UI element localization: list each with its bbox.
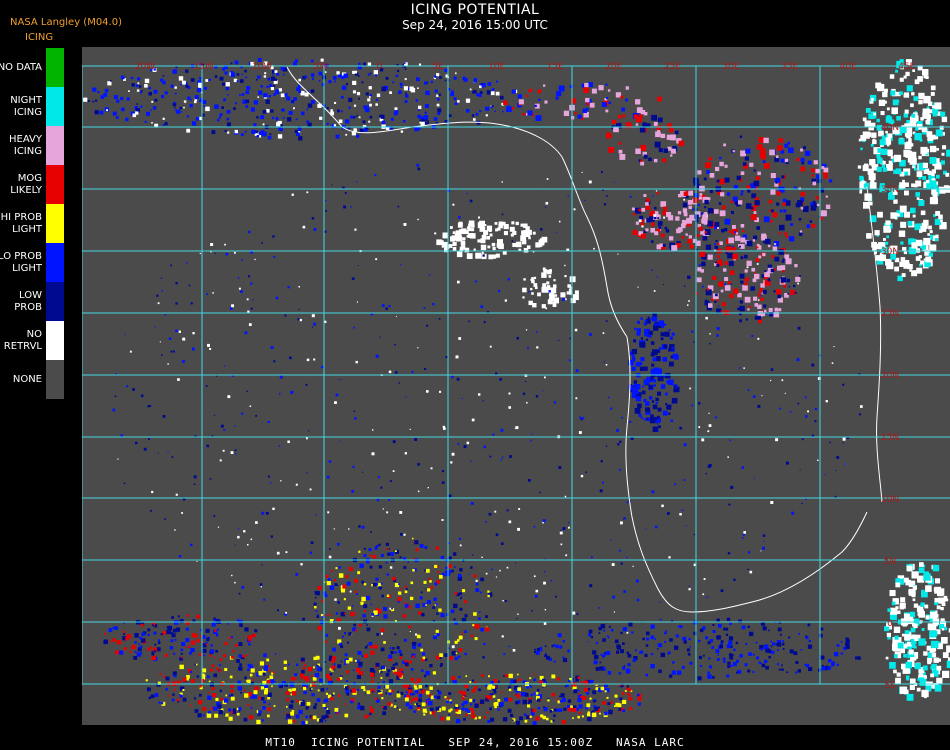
legend-swatch — [46, 282, 64, 321]
legend-swatch — [46, 321, 64, 360]
latitude-label: 5N — [884, 557, 896, 567]
legend-label: HEAVY ICING — [9, 133, 42, 157]
legend-item: LOW PROB — [0, 282, 66, 321]
longitude-label: 30E — [722, 62, 739, 72]
latitude-label: 0 — [887, 619, 893, 629]
longitude-label: 0 — [377, 62, 383, 72]
legend-label: MOG LIKELY — [10, 172, 42, 196]
latitude-label: 20N — [881, 371, 899, 381]
legend-swatch — [46, 87, 64, 126]
longitude-label: 5W — [313, 62, 328, 72]
footer-caption: MT10 ICING POTENTIAL SEP 24, 2016 15:00Z… — [265, 736, 685, 749]
legend-item: HEAVY ICING — [0, 126, 66, 165]
latitude-label: 30N — [881, 247, 899, 257]
latitude-label: 35N — [881, 185, 899, 195]
icing-legend: NO DATA NIGHT ICING HEAVY ICING MOG LIKE… — [0, 48, 66, 399]
legend-item: MOG LIKELY — [0, 165, 66, 204]
latitude-label: 15N — [881, 433, 899, 443]
longitude-label: 35E — [781, 62, 798, 72]
legend-label: LOW PROB — [14, 289, 42, 313]
legend-label: NONE — [12, 373, 42, 385]
latitude-label: 40N — [881, 123, 899, 133]
legend-swatch — [46, 126, 64, 165]
legend-swatch — [46, 204, 64, 243]
legend-title: ICING — [25, 32, 54, 43]
latitude-label: 25N — [881, 309, 899, 319]
longitude-label: 25E — [664, 62, 681, 72]
map-canvas: 20W 15W 10W 5W 0 5E 10E 15E 20E 25E 30E 35E 40E 45E 4… — [82, 47, 950, 725]
legend-item: HI PROB LIGHT — [0, 204, 66, 243]
legend-item: NO RETRVL — [0, 321, 66, 360]
longitude-label: 45E — [898, 62, 915, 72]
page-title: ICING POTENTIAL — [410, 2, 540, 18]
legend-swatch — [46, 48, 64, 87]
legend-label: NIGHT ICING — [10, 94, 42, 118]
longitude-label: 15E — [547, 62, 564, 72]
longitude-label: 15W — [193, 62, 213, 72]
legend-swatch — [46, 360, 64, 399]
legend-item: LO PROB LIGHT — [0, 243, 66, 282]
legend-item: NO DATA — [0, 48, 66, 87]
legend-item: NIGHT ICING — [0, 87, 66, 126]
legend-swatch — [46, 243, 64, 282]
legend-swatch — [46, 165, 64, 204]
latitude-label: 5S — [884, 681, 896, 691]
legend-label: NO RETRVL — [3, 328, 42, 352]
datetime-label: Sep 24, 2016 15:00 UTC — [402, 18, 548, 32]
latitude-label: 10N — [881, 495, 899, 505]
longitude-label: 10W — [252, 62, 272, 72]
icing-map: 20W 15W 10W 5W 0 5E 10E 15E 20E 25E 30E 35E 40E 45E 4… — [82, 47, 950, 725]
longitude-label: 40E — [840, 62, 857, 72]
longitude-label: 10E — [488, 62, 505, 72]
legend-label: NO DATA — [0, 61, 42, 73]
legend-label: LO PROB LIGHT — [0, 250, 42, 274]
legend-label: HI PROB LIGHT — [0, 211, 42, 235]
longitude-label: 20E — [605, 62, 622, 72]
legend-item: NONE — [0, 360, 66, 399]
longitude-label: 5E — [432, 62, 444, 72]
longitude-label: 20W — [135, 62, 155, 72]
